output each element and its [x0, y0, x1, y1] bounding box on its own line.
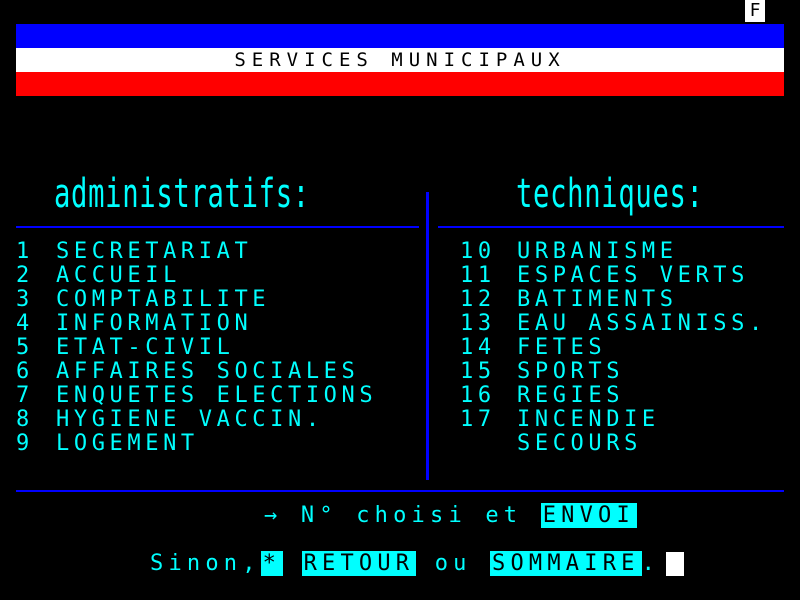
menu-item-label: ETAT-CIVIL — [56, 335, 235, 360]
menu-item-label: HYGIENE VACCIN. — [56, 407, 324, 432]
menu-item-number: 6 — [16, 359, 34, 384]
menu-item-number: 1 — [16, 239, 34, 264]
right-service-list: 10 URBANISME 11 ESPACES VERTS 12 BATIMENTS 13 E… — [460, 240, 767, 456]
menu-item-number: 10 — [460, 239, 496, 264]
menu-item-number: 16 — [460, 383, 496, 408]
menu-item-number: 13 — [460, 311, 496, 336]
menu-item-label: AFFAIRES SOCIALES — [56, 359, 360, 384]
period-text: . — [641, 551, 661, 576]
sinon-text: Sinon, — [150, 551, 261, 576]
menu-item-number: 4 — [16, 311, 34, 336]
choice-instruction: → N° choisi et — [264, 503, 541, 528]
menu-item-label: ENQUETES ELECTIONS — [56, 383, 378, 408]
text-cursor[interactable] — [666, 552, 685, 576]
menu-item-number: 11 — [460, 263, 496, 288]
page-title: SERVICES MUNICIPAUX — [234, 49, 566, 71]
menu-item-label: INFORMATION — [56, 311, 253, 336]
flag-stripe-blue — [16, 24, 784, 48]
left_column-item[interactable]: 4 INFORMATION — [16, 312, 377, 336]
menu-item-number: 7 — [16, 383, 34, 408]
menu-item-label: REGIES — [517, 383, 625, 408]
menu-item-number: 17 — [460, 407, 496, 432]
star-key[interactable]: * — [260, 551, 284, 576]
left_column-item[interactable]: 1 SECRETARIAT — [16, 240, 377, 264]
menu-item-label: BATIMENTS — [517, 287, 678, 312]
left_column-item[interactable]: 6 AFFAIRES SOCIALES — [16, 360, 377, 384]
menu-item-number: 9 — [16, 431, 34, 456]
left-column-heading: administratifs: — [54, 171, 310, 217]
menu-item-number: 5 — [16, 335, 34, 360]
right_column-item[interactable]: 16 REGIES — [460, 384, 767, 408]
menu-item-label: LOGEMENT — [56, 431, 199, 456]
menu-item-label: COMPTABILITE — [56, 287, 271, 312]
right_column-item[interactable]: 13 EAU ASSAINISS. — [460, 312, 767, 336]
menu-item-number: 12 — [460, 287, 496, 312]
footer-divider — [16, 490, 784, 492]
minitel-screen: F SERVICES MUNICIPAUX administratifs: te… — [16, 0, 784, 600]
menu-item-label: ACCUEIL — [56, 263, 181, 288]
envoi-key[interactable]: ENVOI — [540, 503, 637, 528]
footer-line-2: Sinon,* RETOUR ou SOMMAIRE. — [150, 551, 685, 576]
left_column-item[interactable]: 5 ETAT-CIVIL — [16, 336, 377, 360]
footer-line-1: → N° choisi et ENVOI — [264, 503, 637, 528]
ou-text: ou — [416, 551, 491, 576]
menu-item-number: 8 — [16, 407, 34, 432]
right_column-item[interactable]: SECOURS — [460, 432, 767, 456]
status-indicator: F — [745, 0, 765, 22]
menu-item-label: EAU ASSAINISS. — [517, 311, 767, 336]
menu-item-number: 3 — [16, 287, 34, 312]
left_column-item[interactable]: 3 COMPTABILITE — [16, 288, 377, 312]
menu-item-number: 2 — [16, 263, 34, 288]
menu-item-label: ESPACES VERTS — [517, 263, 749, 288]
right_column-item[interactable]: 10 URBANISME — [460, 240, 767, 264]
right_column-item[interactable]: 17 INCENDIE — [460, 408, 767, 432]
right_column-item[interactable]: 15 SPORTS — [460, 360, 767, 384]
menu-item-label: INCENDIE — [517, 407, 660, 432]
right_column-item[interactable]: 14 FETES — [460, 336, 767, 360]
left_column-item[interactable]: 9 LOGEMENT — [16, 432, 377, 456]
menu-item-label: FETES — [517, 335, 607, 360]
menu-item-number: 15 — [460, 359, 496, 384]
column-divider — [426, 192, 429, 480]
sommaire-key[interactable]: SOMMAIRE — [490, 551, 642, 576]
right_column-item[interactable]: 12 BATIMENTS — [460, 288, 767, 312]
menu-item-label: URBANISME — [517, 239, 678, 264]
flag-stripe-red — [16, 72, 784, 96]
left-service-list: 1 SECRETARIAT 2 ACCUEIL 3 COMPTABILITE 4 INFORM… — [16, 240, 377, 456]
menu-item-label: SECRETARIAT — [56, 239, 253, 264]
left_column-item[interactable]: 8 HYGIENE VACCIN. — [16, 408, 377, 432]
menu-item-number: 14 — [460, 335, 496, 360]
left_column-item[interactable]: 2 ACCUEIL — [16, 264, 377, 288]
menu-item-label: SPORTS — [517, 359, 625, 384]
menu-item-label: SECOURS — [517, 431, 642, 456]
right-column-heading: techniques: — [516, 171, 704, 217]
left_column-item[interactable]: 7 ENQUETES ELECTIONS — [16, 384, 377, 408]
right_column-item[interactable]: 11 ESPACES VERTS — [460, 264, 767, 288]
retour-key[interactable]: RETOUR — [301, 551, 417, 576]
right-heading-divider — [438, 226, 784, 228]
left-heading-divider — [16, 226, 419, 228]
